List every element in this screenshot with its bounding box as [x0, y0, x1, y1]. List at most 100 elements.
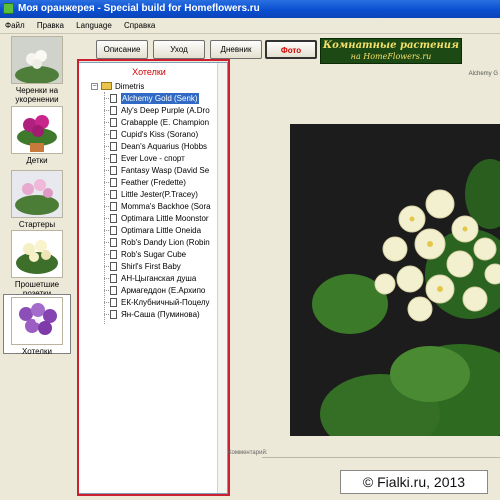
tab-diary-button[interactable]: Дневник: [210, 40, 262, 59]
tree-item-label: Aly's Deep Purple (A.Dro: [121, 106, 210, 115]
menu-language[interactable]: Language: [71, 18, 117, 34]
document-icon: [110, 130, 117, 139]
tree-connector-line: [104, 206, 109, 207]
plant-thumbnail: [11, 170, 63, 218]
tab-care-button[interactable]: Уход: [153, 40, 205, 59]
sidebar-item-cuttings[interactable]: Черенки на укоренении: [3, 36, 71, 104]
tree-item[interactable]: Армагеддон (Е.Архипо: [101, 285, 216, 296]
tree-item-label: Rob's Dandy Lion (Robin: [121, 238, 210, 247]
document-icon: [110, 118, 117, 127]
document-icon: [110, 262, 117, 271]
tree-connector-line: [104, 266, 109, 267]
tree-item[interactable]: Cupid's Kiss (Sorano): [101, 129, 216, 140]
tree-connector-line: [104, 230, 109, 231]
collapse-icon[interactable]: −: [91, 83, 98, 90]
tree-item[interactable]: Momma's Backhoe (Sora: [101, 201, 216, 212]
sidebar-item-rosettes[interactable]: Прошетшие розетки: [3, 230, 71, 298]
document-icon: [110, 250, 117, 259]
tree-item[interactable]: Alchemy Gold (Senk): [101, 93, 216, 104]
tree-connector-line: [104, 122, 109, 123]
tree-item-label: Little Jester(P.Tracey): [121, 190, 198, 199]
tree-item-label: Feather (Fredette): [121, 178, 186, 187]
comment-field[interactable]: [262, 457, 500, 458]
tree-item-label: Fantasy Wasp (David Se: [121, 166, 210, 175]
tree-item-label: Shirl's First Baby: [121, 262, 181, 271]
document-icon: [110, 178, 117, 187]
document-icon: [110, 166, 117, 175]
document-icon: [110, 94, 117, 103]
tree-connector-line: [104, 242, 109, 243]
window-title: Моя оранжерея - Special build for Homefl…: [18, 3, 260, 14]
tree-connector-line: [104, 182, 109, 183]
homeflowers-logo[interactable]: Комнатные растения на HomeFlowers.ru: [320, 38, 462, 64]
menu-file[interactable]: Файл: [0, 18, 30, 34]
tree-item[interactable]: Ян-Саша (Пуминова): [101, 309, 216, 320]
tree-item[interactable]: Optimara Little Oneida: [101, 225, 216, 236]
sidebar-item-starters[interactable]: Стартеры: [3, 170, 71, 229]
sidebar-item-wishlist[interactable]: Хотелки: [3, 294, 71, 356]
tree-root-label: Dimetris: [115, 82, 145, 91]
tree-item[interactable]: ЕК-Клубничный-Поцелу: [101, 297, 216, 308]
plant-thumbnail: [11, 36, 63, 84]
photo-caption: Alchemy G: [468, 71, 498, 77]
tree-item-label: Ever Love - спорт: [121, 154, 185, 163]
menu-edit[interactable]: Правка: [32, 18, 69, 34]
tab-description-button[interactable]: Описание: [96, 40, 148, 59]
tree-connector-line: [104, 218, 109, 219]
document-icon: [110, 238, 117, 247]
sidebar-item-label: Хотелки: [22, 347, 52, 356]
tree-item-label: ЕК-Клубничный-Поцелу: [121, 298, 210, 307]
sidebar: Черенки на укоренении Детки Стартеры Про…: [0, 34, 72, 500]
document-icon: [110, 274, 117, 283]
tree-item[interactable]: Aly's Deep Purple (A.Dro: [101, 105, 216, 116]
window-title-bar: Моя оранжерея - Special build for Homefl…: [0, 0, 500, 18]
menu-bar: Файл Правка Language Справка: [0, 18, 500, 34]
panel-scrollbar[interactable]: [217, 63, 227, 493]
menu-help[interactable]: Справка: [119, 18, 160, 34]
sidebar-item-label: Стартеры: [18, 220, 56, 229]
tree-item[interactable]: Shirl's First Baby: [101, 261, 216, 272]
wishlist-panel: Хотелки − Dimetris Alchemy Gold (Senk) Al…: [78, 62, 228, 494]
document-icon: [110, 226, 117, 235]
tree-connector-line: [104, 146, 109, 147]
document-icon: [110, 214, 117, 223]
plant-thumbnail: [11, 297, 63, 345]
tree-item[interactable]: Feather (Fredette): [101, 177, 216, 188]
plant-thumbnail: [11, 106, 63, 154]
tab-photo-button[interactable]: Фото: [265, 40, 317, 59]
tree-connector-line: [104, 302, 109, 303]
plant-thumbnail: [11, 230, 63, 278]
tree-item-label: АН-Цыганская душа: [121, 274, 197, 283]
sidebar-item-label: Детки: [26, 156, 48, 165]
comment-label: Комментарий:: [228, 450, 268, 456]
tree-connector-line: [104, 278, 109, 279]
tree-item[interactable]: Rob's Dandy Lion (Robin: [101, 237, 216, 248]
tree-item[interactable]: Fantasy Wasp (David Se: [101, 165, 216, 176]
tree-connector-line: [104, 98, 109, 99]
tree-item-label: Crabapple (E. Champion: [121, 118, 210, 127]
logo-line-1: Комнатные растения: [323, 40, 459, 51]
copyright-watermark: © Fialki.ru, 2013: [340, 470, 488, 494]
tree-connector-line: [104, 110, 109, 111]
tree-item-label: Dean's Aquarius (Hobbs: [121, 142, 208, 151]
plant-tree: − Dimetris Alchemy Gold (Senk) Aly's Deep…: [83, 81, 216, 491]
tree-item[interactable]: Optimara Little Moonstor: [101, 213, 216, 224]
document-icon: [110, 154, 117, 163]
tree-item[interactable]: Dean's Aquarius (Hobbs: [101, 141, 216, 152]
document-icon: [110, 286, 117, 295]
document-icon: [110, 310, 117, 319]
tree-item[interactable]: АН-Цыганская душа: [101, 273, 216, 284]
sidebar-item-offsets[interactable]: Детки: [3, 106, 71, 165]
app-icon: [3, 3, 14, 14]
tree-item[interactable]: Little Jester(P.Tracey): [101, 189, 216, 200]
tree-item-label: Rob's Sugar Cube: [121, 250, 187, 259]
tree-item[interactable]: Ever Love - спорт: [101, 153, 216, 164]
document-icon: [110, 142, 117, 151]
tree-connector-line: [104, 254, 109, 255]
tree-item-label: Alchemy Gold (Senk): [121, 93, 199, 104]
plant-photo: [290, 124, 500, 436]
tree-item[interactable]: Rob's Sugar Cube: [101, 249, 216, 260]
tree-item[interactable]: Crabapple (E. Champion: [101, 117, 216, 128]
document-icon: [110, 202, 117, 211]
tree-connector-line: [104, 170, 109, 171]
